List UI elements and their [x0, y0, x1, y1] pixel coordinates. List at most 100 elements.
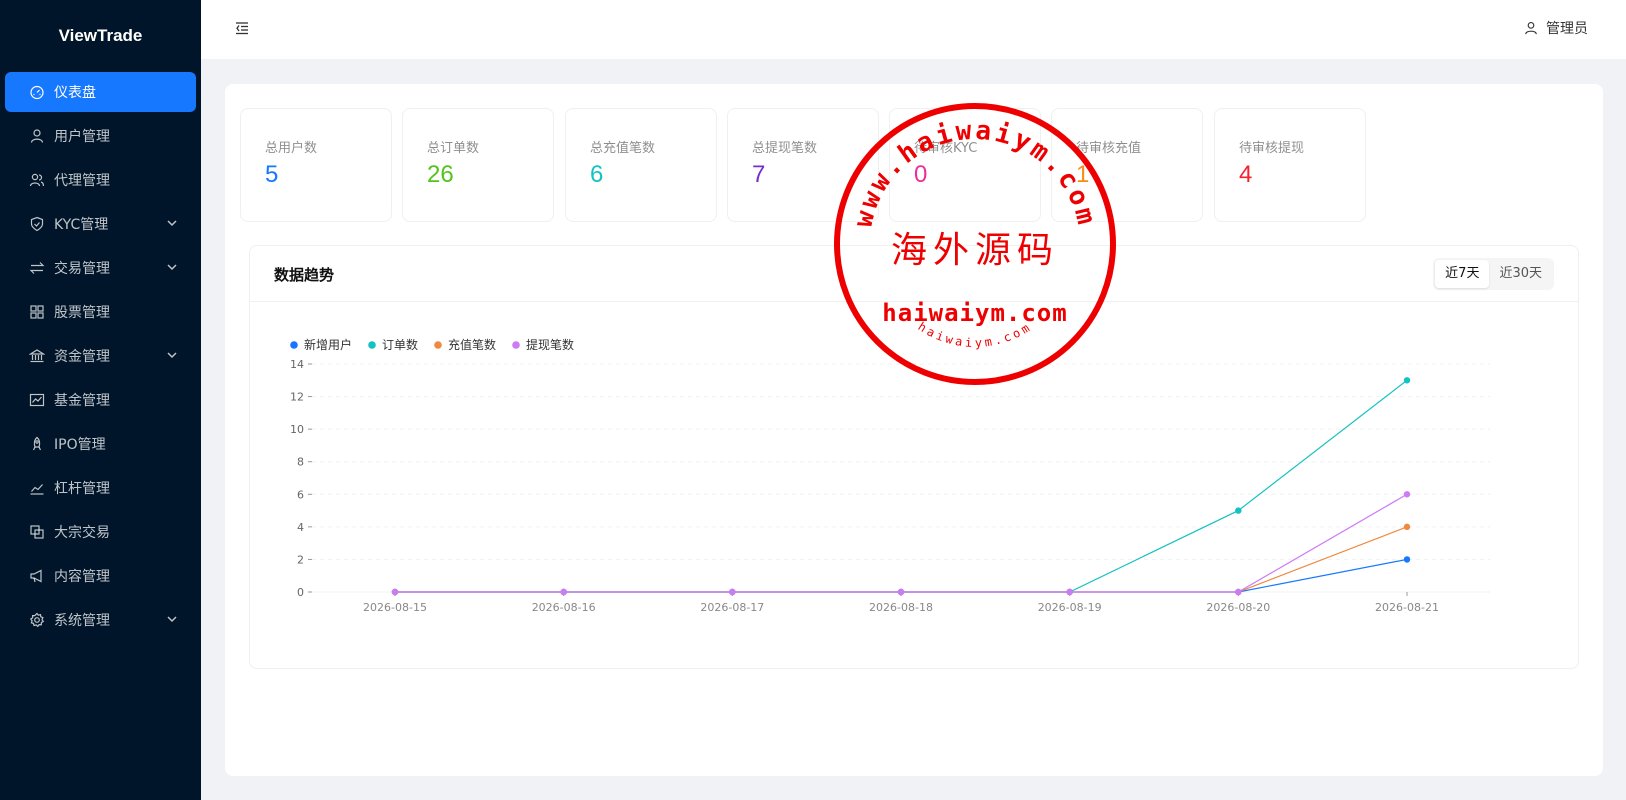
swap-icon — [29, 260, 45, 276]
line-chart-icon — [29, 480, 45, 496]
legend-item[interactable]: 订单数 — [368, 337, 418, 352]
sidebar-item-8[interactable]: IPO管理 — [5, 424, 196, 464]
stat-title: 总充值笔数 — [590, 141, 656, 156]
stat-title: 待审核充值 — [1076, 141, 1142, 156]
sidebar-item-10[interactable]: 大宗交易 — [5, 512, 196, 552]
sidebar-item-5[interactable]: 股票管理 — [5, 292, 196, 332]
data-point — [1066, 588, 1073, 596]
rocket-icon — [29, 436, 45, 452]
y-tick-label: 4 — [297, 521, 304, 534]
legend-marker — [368, 341, 376, 349]
shield-icon — [29, 216, 45, 232]
stat-value: 6 — [590, 161, 604, 188]
stat-title: 总订单数 — [427, 141, 480, 156]
sidebar-item-2[interactable]: 代理管理 — [5, 160, 196, 200]
stat-title: 总提现笔数 — [752, 141, 818, 156]
notification-icon — [29, 568, 45, 584]
x-tick-label: 2026-08-17 — [700, 601, 764, 614]
stat-value: 4 — [1239, 161, 1253, 188]
data-point — [897, 588, 905, 596]
sidebar-item-label: 杠杆管理 — [54, 481, 110, 497]
legend-marker — [434, 341, 442, 349]
stat-value: 5 — [265, 161, 279, 188]
data-point — [1403, 556, 1411, 563]
legend-label: 提现笔数 — [526, 337, 574, 352]
sidebar-item-label: 用户管理 — [54, 129, 110, 145]
legend-label: 订单数 — [382, 337, 418, 352]
data-point — [1235, 507, 1242, 514]
stat-card: 待审核KYC 0 — [889, 108, 1041, 222]
y-tick-label: 8 — [297, 456, 304, 469]
legend-item[interactable]: 提现笔数 — [512, 337, 574, 352]
sidebar-item-label: 基金管理 — [54, 393, 110, 409]
x-tick-label: 2026-08-15 — [363, 601, 427, 614]
sidebar-item-4[interactable]: 交易管理 — [5, 248, 196, 288]
y-tick-label: 10 — [290, 423, 304, 436]
menu-fold-icon[interactable] — [234, 20, 250, 36]
sidebar-item-11[interactable]: 内容管理 — [5, 556, 196, 596]
agent-icon — [29, 172, 45, 188]
user-icon — [29, 128, 45, 144]
legend-item[interactable]: 新增用户 — [290, 337, 352, 352]
x-tick-label: 2026-08-19 — [1038, 601, 1102, 614]
user-menu[interactable]: 管理员 — [1524, 18, 1588, 38]
sidebar-item-label: 股票管理 — [54, 305, 110, 321]
y-tick-label: 0 — [297, 586, 304, 599]
stat-card: 总充值笔数 6 — [565, 108, 717, 222]
data-point — [560, 588, 567, 596]
sidebar-item-label: 大宗交易 — [54, 525, 110, 541]
sidebar-item-12[interactable]: 系统管理 — [5, 600, 196, 640]
user-name: 管理员 — [1546, 21, 1588, 37]
stat-title: 总用户数 — [265, 141, 318, 156]
legend-item[interactable]: 充值笔数 — [434, 337, 496, 352]
chevron-down-icon — [167, 352, 177, 359]
sidebar-item-9[interactable]: 杠杆管理 — [5, 468, 196, 508]
chevron-down-icon — [167, 264, 177, 271]
trend-title: 数据趋势 — [274, 266, 335, 284]
range-30d-button[interactable]: 近30天 — [1489, 260, 1552, 288]
chevron-down-icon — [167, 616, 177, 623]
user-icon — [1525, 22, 1537, 35]
sidebar-item-1[interactable]: 用户管理 — [5, 116, 196, 156]
x-tick-label: 2026-08-21 — [1375, 601, 1439, 614]
sidebar-item-6[interactable]: 资金管理 — [5, 336, 196, 376]
x-tick-label: 2026-08-16 — [532, 601, 596, 614]
sidebar-item-label: 仪表盘 — [54, 85, 96, 101]
stat-value: 7 — [752, 161, 766, 188]
main-content: 总用户数 5 总订单数 2 6 总充值笔数 6 总提现笔数 7 待审核KYC 0 待审核充值 1 待审核提… — [225, 84, 1603, 776]
sidebar-item-0[interactable]: 仪表盘 — [5, 72, 196, 112]
sidebar-item-label: 系统管理 — [54, 613, 110, 629]
data-point — [1235, 588, 1242, 596]
stat-card: 待审核充值 1 — [1051, 108, 1203, 222]
series-line — [395, 558, 1408, 593]
sidebar-menu: 仪表盘用户管理代理管理 KYC管理交易管理股票管理资金管理基金管理 IPO管理杠杆管… — [0, 72, 201, 640]
sidebar-item-label: 资金管理 — [54, 349, 110, 365]
data-point — [1403, 523, 1411, 531]
legend-marker — [512, 341, 520, 349]
bank-icon — [29, 348, 45, 364]
sidebar-item-label: KYC管理 — [54, 217, 109, 233]
stat-value: 0 — [914, 161, 928, 188]
fund-chart-icon — [29, 392, 45, 408]
data-point — [391, 588, 399, 596]
trend-card: 数据趋势 近7天 近30天 新增用户 订单数 充值笔数 提现笔数 0 2 4 6 8 10 12 14… — [249, 245, 1579, 669]
sidebar-item-3[interactable]: KYC管理 — [5, 204, 196, 244]
data-point — [729, 588, 736, 596]
range-7d-button[interactable]: 近7天 — [1435, 260, 1490, 288]
block-icon — [29, 524, 45, 540]
sidebar-item-7[interactable]: 基金管理 — [5, 380, 196, 420]
data-point — [1403, 491, 1411, 498]
setting-icon — [29, 612, 45, 628]
stat-title: 待审核KYC — [914, 141, 978, 156]
y-tick-label: 2 — [297, 553, 304, 566]
sidebar-item-label: 内容管理 — [54, 569, 110, 585]
y-tick-label: 6 — [297, 488, 304, 501]
sidebar: ViewTrade 仪表盘 用户管理 代理管理 KYC管理 交易管理 股票管理 资金管理 基金… — [0, 0, 201, 800]
y-tick-label: 12 — [290, 391, 304, 404]
sidebar-item-label: 代理管理 — [54, 173, 110, 189]
dashboard-icon — [29, 84, 45, 100]
stat-card: 总提现笔数 7 — [727, 108, 879, 222]
trend-header: 数据趋势 近7天 近30天 — [250, 246, 1578, 302]
stat-title: 待审核提现 — [1239, 141, 1305, 156]
top-header: 管理员 — [201, 0, 1626, 59]
